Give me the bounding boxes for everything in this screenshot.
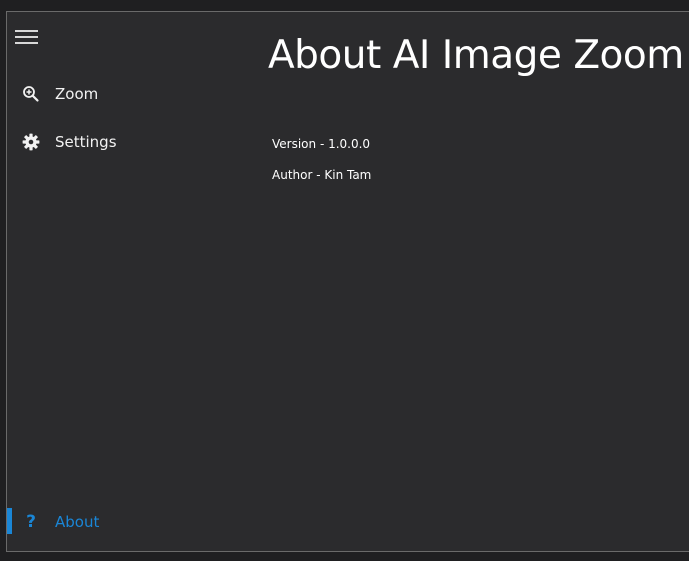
gear-icon: [21, 132, 41, 152]
nav-item-label: Zoom: [55, 85, 99, 103]
nav-item-about[interactable]: ? About: [7, 502, 257, 542]
version-text: Version - 1.0.0.0: [272, 137, 371, 151]
app-window: Zoom Settings ? About About AI Image Zoo…: [0, 0, 689, 561]
navigation-view: Zoom Settings ? About About AI Image Zoo…: [6, 11, 689, 552]
author-text: Author - Kin Tam: [272, 168, 372, 182]
hamburger-menu-icon: [15, 30, 38, 32]
hamburger-line: [15, 36, 38, 38]
page-title: About AI Image Zoom: [268, 33, 684, 78]
nav-item-label: Settings: [55, 133, 117, 151]
nav-item-zoom[interactable]: Zoom: [7, 74, 257, 114]
zoom-in-icon: [21, 84, 41, 104]
nav-item-settings[interactable]: Settings: [7, 122, 257, 162]
navigation-pane: Zoom Settings ? About: [7, 12, 257, 551]
selection-indicator: [7, 508, 12, 534]
hamburger-line: [15, 42, 38, 44]
hamburger-menu-button[interactable]: [15, 28, 39, 48]
question-mark-icon: ?: [26, 512, 36, 532]
nav-item-label: About: [55, 513, 100, 531]
